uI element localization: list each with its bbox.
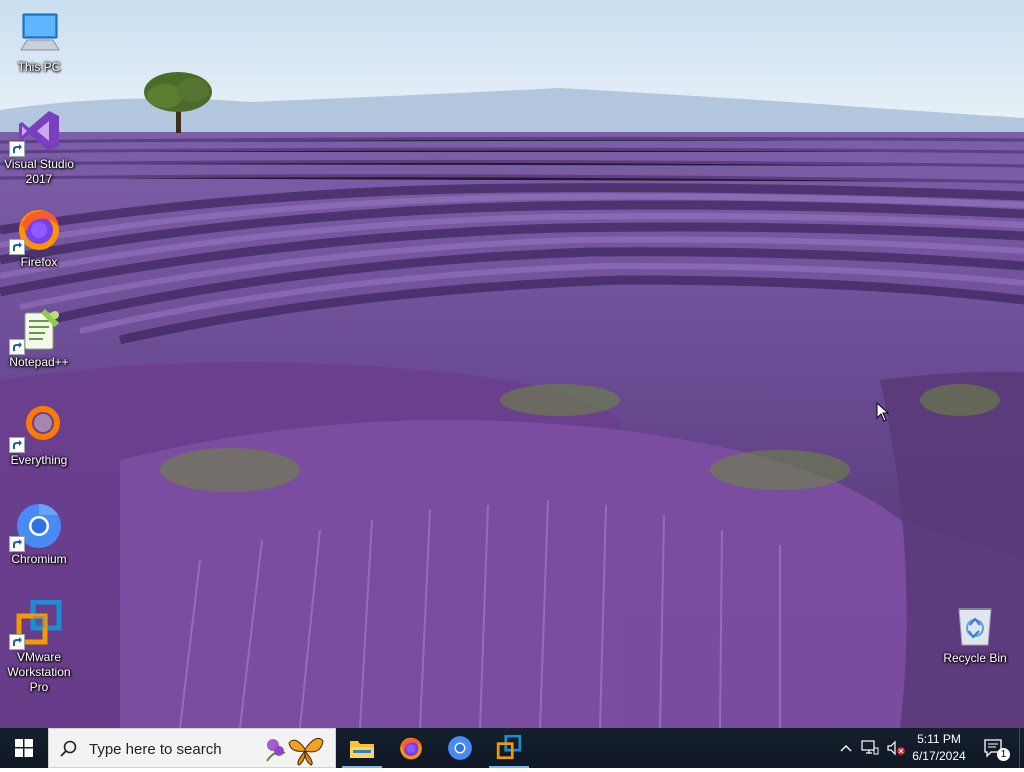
- shortcut-arrow-icon: [9, 339, 25, 355]
- network-tray-button[interactable]: [858, 728, 882, 768]
- network-icon: [861, 740, 879, 755]
- shortcut-arrow-icon: [9, 634, 25, 650]
- show-desktop-button[interactable]: [1019, 728, 1024, 768]
- desktop-icon-label: Chromium: [11, 552, 67, 566]
- shortcut-arrow-icon: [9, 536, 25, 552]
- volume-muted-icon: [887, 740, 905, 756]
- desktop-icon-label: This PC: [17, 60, 61, 74]
- desktop-icon-visual-studio-2017[interactable]: Visual Studio 2017: [0, 107, 78, 187]
- volume-tray-button[interactable]: [884, 728, 908, 768]
- chromium-icon: [9, 502, 63, 552]
- desktop-icon-vmware-workstation-pro[interactable]: VMware Workstation Pro: [0, 599, 78, 695]
- taskbar-clock[interactable]: 5:11 PM 6/17/2024: [906, 731, 972, 765]
- desktop-icon-recycle-bin[interactable]: Recycle Bin: [936, 601, 1014, 666]
- vmware-workstation-icon: [496, 735, 522, 760]
- desktop-icon-notepad-plus-plus[interactable]: Notepad++: [0, 305, 78, 370]
- show-hidden-icons-button[interactable]: [836, 728, 856, 768]
- search-icon: [60, 740, 78, 763]
- taskbar-file-explorer[interactable]: [338, 728, 386, 768]
- desktop-icon-firefox[interactable]: Firefox: [0, 205, 78, 270]
- desktop-icon-this-pc[interactable]: This PC: [0, 10, 78, 75]
- taskbar-firefox[interactable]: [387, 728, 435, 768]
- desktop-icon-label: Firefox: [20, 255, 58, 269]
- search-placeholder: Type here to search: [89, 741, 222, 758]
- desktop-icon-label: Recycle Bin: [943, 651, 1007, 665]
- desktop-icon-label: Everything: [10, 453, 68, 467]
- desktop-icon-label: VMware Workstation Pro: [7, 650, 71, 694]
- shortcut-arrow-icon: [9, 239, 25, 255]
- action-center-button[interactable]: 1: [978, 728, 1010, 768]
- this-pc-icon: [15, 10, 63, 58]
- shortcut-arrow-icon: [9, 141, 25, 157]
- chromium-icon: [448, 736, 472, 760]
- desktop-icon-label: Visual Studio 2017: [4, 157, 74, 186]
- start-button[interactable]: [0, 728, 48, 768]
- desktop-icon-everything[interactable]: Everything: [0, 403, 78, 468]
- notepad-plus-plus-icon: [9, 305, 63, 355]
- firefox-icon: [400, 737, 422, 760]
- mouse-cursor-icon: [876, 401, 890, 427]
- clock-time: 5:11 PM: [917, 732, 961, 746]
- clock-date: 6/17/2024: [912, 749, 966, 763]
- chevron-up-icon: [840, 745, 852, 752]
- lavender-field-illustration: [0, 0, 1024, 728]
- shortcut-arrow-icon: [9, 437, 25, 453]
- search-highlight-butterfly-icon: [265, 731, 325, 772]
- everything-search-icon: [9, 403, 63, 453]
- notification-count-badge: 1: [997, 748, 1010, 761]
- taskbar-chromium[interactable]: [436, 728, 484, 768]
- firefox-icon: [9, 205, 63, 255]
- taskbar: Type here to search 5:11 PM 6/17/2024 1: [0, 728, 1024, 768]
- windows-logo-icon: [15, 739, 33, 757]
- desktop-wallpaper: [0, 0, 1024, 728]
- desktop-icon-chromium[interactable]: Chromium: [0, 502, 78, 567]
- file-explorer-icon: [350, 741, 374, 758]
- vmware-workstation-icon: [9, 599, 63, 650]
- desktop-icon-label: Notepad++: [9, 355, 69, 369]
- taskbar-vmware-workstation[interactable]: [485, 728, 533, 768]
- recycle-bin-icon: [951, 601, 999, 649]
- visual-studio-icon: [9, 107, 63, 157]
- taskbar-search-box[interactable]: Type here to search: [48, 728, 336, 768]
